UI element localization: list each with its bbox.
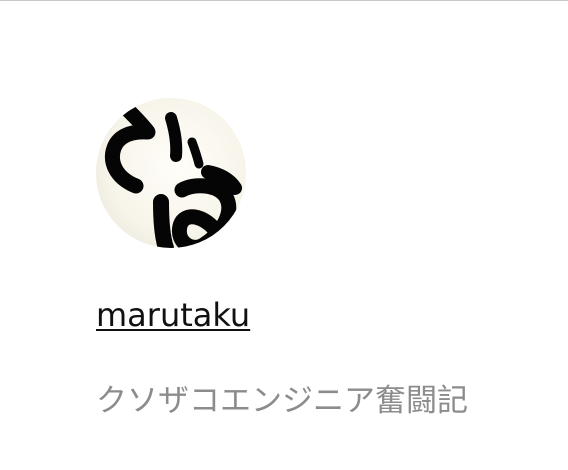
handwritten-avatar-icon bbox=[96, 98, 246, 248]
top-divider bbox=[0, 0, 568, 1]
profile-card: marutaku クソザコエンジニア奮闘記 bbox=[96, 98, 536, 421]
avatar[interactable] bbox=[96, 98, 246, 248]
username-link[interactable]: marutaku bbox=[96, 295, 250, 335]
profile-tagline: クソザコエンジニア奮闘記 bbox=[96, 383, 468, 419]
